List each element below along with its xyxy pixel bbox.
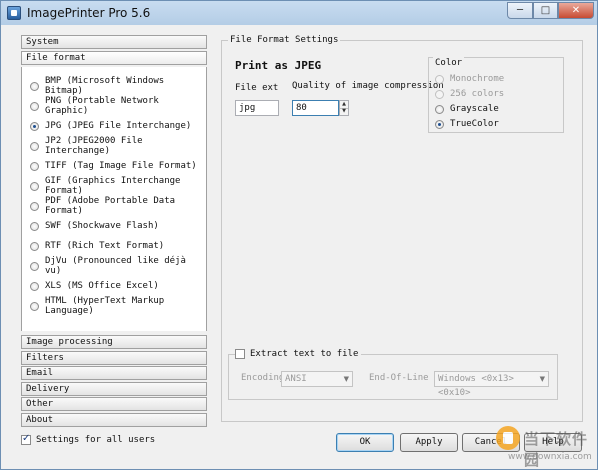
format-label: PNG (Portable Network Graphic) <box>45 96 159 116</box>
radio-icon[interactable] <box>30 241 39 251</box>
nav-filters[interactable]: Filters <box>21 351 207 365</box>
print-as-title: Print as JPEG <box>235 59 322 72</box>
format-label: TIFF (Tag Image File Format) <box>45 161 197 171</box>
radio-disabled-icon <box>435 74 444 84</box>
format-option-djvu[interactable]: DjVu (Pronounced like déjà vu) <box>30 256 206 276</box>
format-label: JPG (JPEG File Interchange) <box>45 121 192 131</box>
color-label: 256 colors <box>450 89 505 99</box>
format-option-gif[interactable]: GIF (Graphics Interchange Format) <box>30 176 206 196</box>
extract-text-toggle[interactable]: Extract text to file <box>235 348 362 360</box>
format-option-swf[interactable]: SWF (Shockwave Flash) <box>30 220 159 232</box>
format-label: JP2 (JPEG2000 File Interchange) <box>45 136 143 156</box>
format-label: HTML (HyperText Markup Language) <box>45 296 165 316</box>
checkbox-icon[interactable] <box>235 349 245 359</box>
format-option-bmp[interactable]: BMP (Microsoft Windows Bitmap) <box>30 76 206 96</box>
chevron-down-icon: ▼ <box>539 375 545 383</box>
radio-icon[interactable] <box>435 104 444 114</box>
settings-for-all-label: Settings for all users <box>36 435 156 445</box>
client-area: System File format BMP (Microsoft Window… <box>7 27 591 465</box>
category-nav: System File format BMP (Microsoft Window… <box>21 35 207 427</box>
radio-icon[interactable] <box>30 261 39 271</box>
nav-about[interactable]: About <box>21 413 207 427</box>
format-label: GIF (Graphics Interchange Format) <box>45 176 181 196</box>
window-title: ImagePrinter Pro 5.6 <box>27 6 151 20</box>
nav-other[interactable]: Other <box>21 397 207 411</box>
checkbox-checked-icon[interactable] <box>21 433 31 445</box>
apply-button[interactable]: Apply <box>400 433 458 452</box>
format-label: XLS (MS Office Excel) <box>45 281 159 291</box>
spin-down-icon[interactable]: ▼ <box>340 108 348 115</box>
file-ext-label: File ext <box>235 83 279 93</box>
radio-icon[interactable] <box>30 221 39 231</box>
color-label: Grayscale <box>450 104 499 114</box>
format-label: SWF (Shockwave Flash) <box>45 221 159 231</box>
quality-spinner[interactable]: ▲ ▼ <box>339 100 349 116</box>
extract-text-group: Extract text to file Encoding ANSI ▼ End-… <box>228 348 558 400</box>
file-format-settings-group: File Format Settings Print as JPEG File … <box>221 34 583 422</box>
nav-delivery[interactable]: Delivery <box>21 382 207 396</box>
close-button[interactable]: ✕ <box>558 2 594 19</box>
color-label: TrueColor <box>450 119 499 129</box>
format-option-html[interactable]: HTML (HyperText Markup Language) <box>30 296 206 316</box>
nav-system[interactable]: System <box>21 35 207 49</box>
format-option-rtf[interactable]: RTF (Rich Text Format) <box>30 240 164 252</box>
format-list: BMP (Microsoft Windows Bitmap) PNG (Port… <box>21 67 207 331</box>
radio-icon[interactable] <box>30 101 39 111</box>
radio-icon[interactable] <box>30 201 39 211</box>
minimize-button[interactable]: ─ <box>507 2 533 19</box>
format-label: DjVu (Pronounced like déjà vu) <box>45 256 186 276</box>
format-label: BMP (Microsoft Windows Bitmap) <box>45 76 165 96</box>
radio-disabled-icon <box>435 89 444 99</box>
app-icon <box>7 6 21 20</box>
watermark-text: 当下软件园 <box>524 430 589 469</box>
group-title: File Format Settings <box>228 34 341 46</box>
watermark-logo-icon <box>496 426 520 450</box>
settings-for-all-users[interactable]: Settings for all users <box>21 433 156 445</box>
extract-text-label: Extract text to file <box>250 349 359 359</box>
radio-icon[interactable] <box>30 301 39 311</box>
format-label: RTF (Rich Text Format) <box>45 241 165 251</box>
eol-value: Windows <0x13> <0x10> <box>438 374 514 398</box>
nav-image-processing[interactable]: Image processing <box>21 335 207 349</box>
radio-icon[interactable] <box>30 281 39 291</box>
eol-label: End-Of-Line <box>369 373 429 383</box>
quality-input[interactable]: 80 <box>292 100 339 116</box>
title-bar[interactable]: ImagePrinter Pro 5.6 ─ □ ✕ <box>1 1 597 25</box>
maximize-button[interactable]: □ <box>533 2 558 19</box>
radio-selected-icon[interactable] <box>30 121 39 131</box>
format-option-pdf[interactable]: PDF (Adobe Portable Data Format) <box>30 196 206 216</box>
color-option-256: 256 colors <box>435 88 504 100</box>
eol-select[interactable]: Windows <0x13> <0x10> ▼ <box>434 371 549 398</box>
file-ext-field[interactable]: jpg <box>235 100 279 116</box>
radio-icon[interactable] <box>30 181 39 191</box>
encoding-select[interactable]: ANSI ▼ <box>281 371 353 387</box>
format-option-png[interactable]: PNG (Portable Network Graphic) <box>30 96 206 116</box>
format-label: PDF (Adobe Portable Data Format) <box>45 196 176 216</box>
radio-icon[interactable] <box>30 141 39 151</box>
encoding-label: Encoding <box>241 373 285 383</box>
color-option-grayscale[interactable]: Grayscale <box>435 103 499 115</box>
color-label: Monochrome <box>450 74 505 84</box>
format-option-jp2[interactable]: JP2 (JPEG2000 File Interchange) <box>30 136 206 156</box>
radio-selected-icon[interactable] <box>435 119 444 129</box>
chevron-down-icon: ▼ <box>343 375 349 383</box>
color-title: Color <box>433 57 465 69</box>
app-window: ImagePrinter Pro 5.6 ─ □ ✕ System File f… <box>0 0 598 470</box>
nav-email[interactable]: Email <box>21 366 207 380</box>
format-option-xls[interactable]: XLS (MS Office Excel) <box>30 280 159 292</box>
format-option-tiff[interactable]: TIFF (Tag Image File Format) <box>30 160 197 172</box>
color-group: Color Monochrome 256 colors Grayscale Tr… <box>428 57 564 133</box>
color-option-truecolor[interactable]: TrueColor <box>435 118 499 130</box>
color-option-monochrome: Monochrome <box>435 73 504 85</box>
watermark: 当下软件园 www.downxia.com <box>496 426 598 470</box>
quality-label: Quality of image compression <box>292 81 444 91</box>
format-option-jpg[interactable]: JPG (JPEG File Interchange) <box>30 120 191 132</box>
encoding-value: ANSI <box>285 374 307 384</box>
ok-button[interactable]: OK <box>336 433 394 452</box>
nav-file-format[interactable]: File format <box>21 51 207 65</box>
radio-icon[interactable] <box>30 161 39 171</box>
watermark-url: www.downxia.com <box>508 452 592 462</box>
radio-icon[interactable] <box>30 81 39 91</box>
